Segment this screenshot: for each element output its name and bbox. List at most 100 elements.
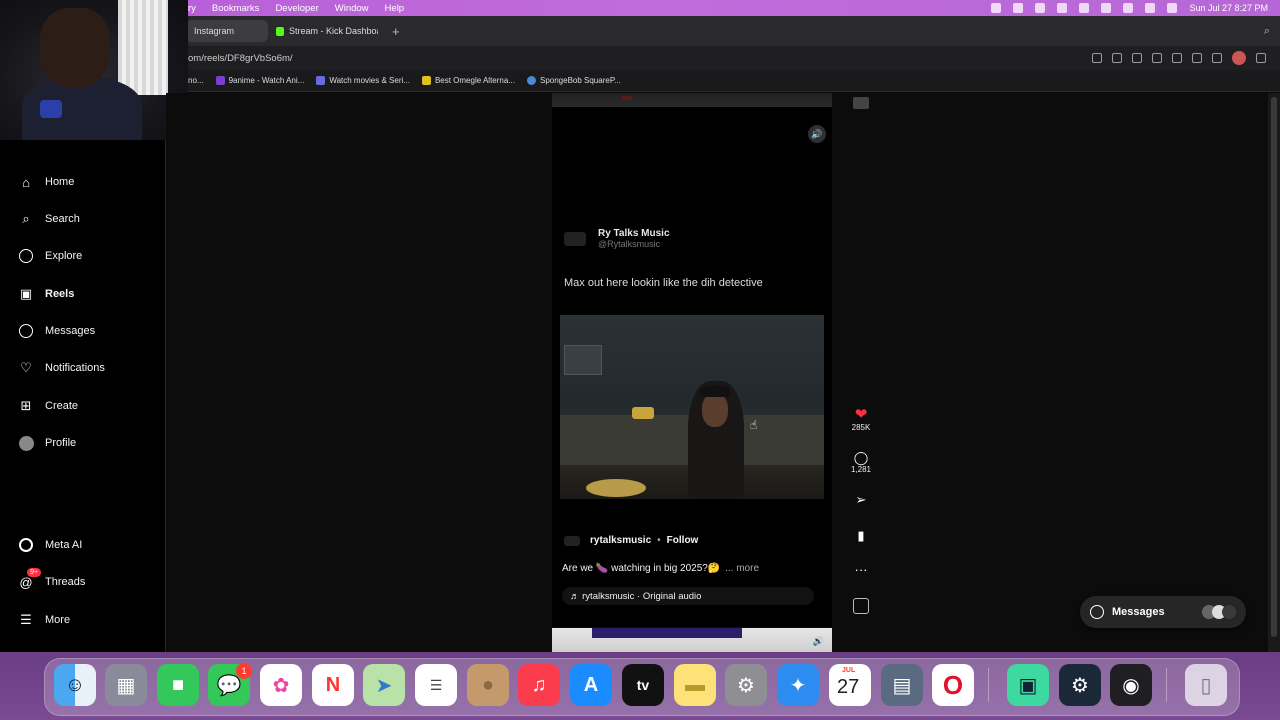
edit-icon[interactable] [1092,53,1102,63]
facetime-icon[interactable]: ■ [157,664,199,706]
camera-icon[interactable] [1112,53,1122,63]
bookmark-item[interactable]: Best Omegle Alterna... [421,76,515,85]
sidebar-item-profile[interactable]: Profile [18,433,76,453]
search-icon[interactable] [1145,3,1156,13]
menu-bookmarks[interactable]: Bookmarks [212,3,260,14]
keyboard-icon[interactable] [1079,3,1090,13]
caption-more-link[interactable]: ... more [725,563,759,574]
menu-history[interactable]: ry [188,3,196,14]
send-icon[interactable] [1152,53,1162,63]
webcam-background-door [118,0,168,95]
tab-search-icon[interactable]: ⌕ [1264,25,1270,38]
reel-author-avatar[interactable] [564,535,580,546]
steam-icon[interactable]: ⚙ [1059,664,1101,706]
tweet-author-name: Ry Talks Music [598,228,670,239]
heart-icon[interactable] [1172,53,1182,63]
reel-video-frame[interactable] [560,315,824,499]
apple-tv-icon[interactable]: tv [622,664,664,706]
menu-bar-clock[interactable]: Sun Jul 27 8:27 PM [1189,3,1268,13]
reel-author-username[interactable]: rytalksmusic [590,535,651,546]
reel-actions: ❤ 285K ◯ 1,281 ➢ ▮ ··· [846,93,876,633]
reel-author-row: rytalksmusic • Follow [564,535,698,546]
trash-icon[interactable]: ▯ [1185,664,1227,706]
audio-link[interactable]: ♬ rytalksmusic · Original audio [562,587,814,605]
wifi-icon[interactable] [1123,3,1134,13]
audio-thumbnail-button[interactable] [846,598,876,614]
home-icon: ⌂ [22,174,30,190]
page-scrollbar[interactable] [1268,93,1280,652]
mute-toggle-button[interactable]: 🔊 [808,125,826,143]
app-store-icon[interactable]: A [570,664,612,706]
maps-icon[interactable]: ➤ [363,664,405,706]
sidebar-item-threads[interactable]: @9+ Threads [18,568,85,592]
safari-icon[interactable]: ✦ [777,664,819,706]
play-icon[interactable] [1057,3,1068,13]
reels-feed[interactable]: 🔊 Ry Talks Music @Rytalksmusic Max out h… [166,93,1268,652]
shield-icon[interactable] [1132,53,1142,63]
sidebar-item-messages[interactable]: Messages [18,321,95,341]
screen-record-icon[interactable] [991,3,1002,13]
settings-icon[interactable] [1256,53,1266,63]
siri-icon[interactable] [1167,3,1178,13]
bookmark-item[interactable]: 9anime - Watch Ani... [215,76,304,85]
save-button[interactable]: ▮ [846,529,876,543]
system-settings-icon[interactable]: ⚙ [725,664,767,706]
previous-reel-edge[interactable] [552,93,832,107]
extension-avatar-icon[interactable] [1232,51,1246,65]
sidebar-item-label: More [45,614,71,626]
menu-icon[interactable] [1212,53,1222,63]
music-icon[interactable]: ♫ [518,664,560,706]
obs-icon[interactable]: ◉ [1110,664,1152,706]
like-button[interactable]: ❤ 285K [846,406,876,433]
finder-icon[interactable]: ☺ [54,664,96,706]
sidebar-item-search[interactable]: ⌕ Search [18,209,80,229]
more-options-button[interactable]: ··· [846,563,876,577]
sidebar-item-reels[interactable]: ▣ Reels [18,284,75,304]
next-reel-edge[interactable]: 🔊 [552,628,832,652]
bookmark-item[interactable]: no... [188,76,204,85]
sidebar-item-more[interactable]: ☰ More [18,610,70,630]
menu-developer[interactable]: Developer [275,3,318,14]
sidebar-item-home[interactable]: ⌂ Home [18,172,74,192]
sidebar-item-create[interactable]: ⊞ Create [18,396,78,416]
sidebar-item-explore[interactable]: Explore [18,246,82,266]
caption-text: Are we 🍆 watching in big 2025?🤔 [562,563,721,574]
top-edge-action[interactable] [846,97,876,109]
launchpad-icon[interactable]: ▦ [105,664,147,706]
sidebar-item-notifications[interactable]: ♡ Notifications [18,358,105,378]
comment-button[interactable]: ◯ 1,281 [846,451,876,475]
address-bar: om/reels/DF8grVbSo6m/ [0,46,1280,70]
contacts-icon[interactable]: ● [467,664,509,706]
new-tab-button[interactable]: + [392,24,400,39]
download-icon[interactable] [1192,53,1202,63]
follow-button[interactable]: Follow [667,535,699,546]
tab-kick-dashboard[interactable]: Stream - Kick Dashboard [268,20,386,42]
news-icon[interactable]: N [312,664,354,706]
bookmark-item[interactable]: SpongeBob SquareP... [526,76,621,85]
menu-help[interactable]: Help [385,3,405,14]
heart-filled-icon: ❤ [854,406,868,423]
tab-instagram[interactable]: Instagram [186,20,268,42]
chatgpt-icon[interactable]: ▣ [1007,664,1049,706]
scrollbar-thumb[interactable] [1271,97,1277,637]
sidebar-item-meta-ai[interactable]: Meta AI [18,535,82,555]
url-field[interactable]: om/reels/DF8grVbSo6m/ [188,53,293,64]
meta-ai-icon [18,537,34,553]
reminders-icon[interactable]: ☰ [415,664,457,706]
messenger-icon [18,323,34,339]
threads-badge: 9+ [27,568,41,577]
recent-chat-avatars [1202,605,1236,619]
opera-icon[interactable]: O [932,664,974,706]
video-person-cap [700,385,730,397]
messages-floating-button[interactable]: Messages [1080,596,1246,628]
share-button[interactable]: ➢ [846,493,876,507]
next-reel-mute-icon[interactable]: 🔊 [813,636,824,647]
preview-icon[interactable]: ▤ [881,664,923,706]
menu-window[interactable]: Window [335,3,369,14]
bookmark-item[interactable]: Watch movies & Seri... [316,76,410,85]
notes-icon[interactable]: ▬ [674,664,716,706]
bluetooth-icon[interactable] [1101,3,1112,13]
photos-icon[interactable]: ✿ [260,664,302,706]
spotlight-tool-icon[interactable] [1013,3,1024,13]
volume-icon[interactable] [1035,3,1046,13]
